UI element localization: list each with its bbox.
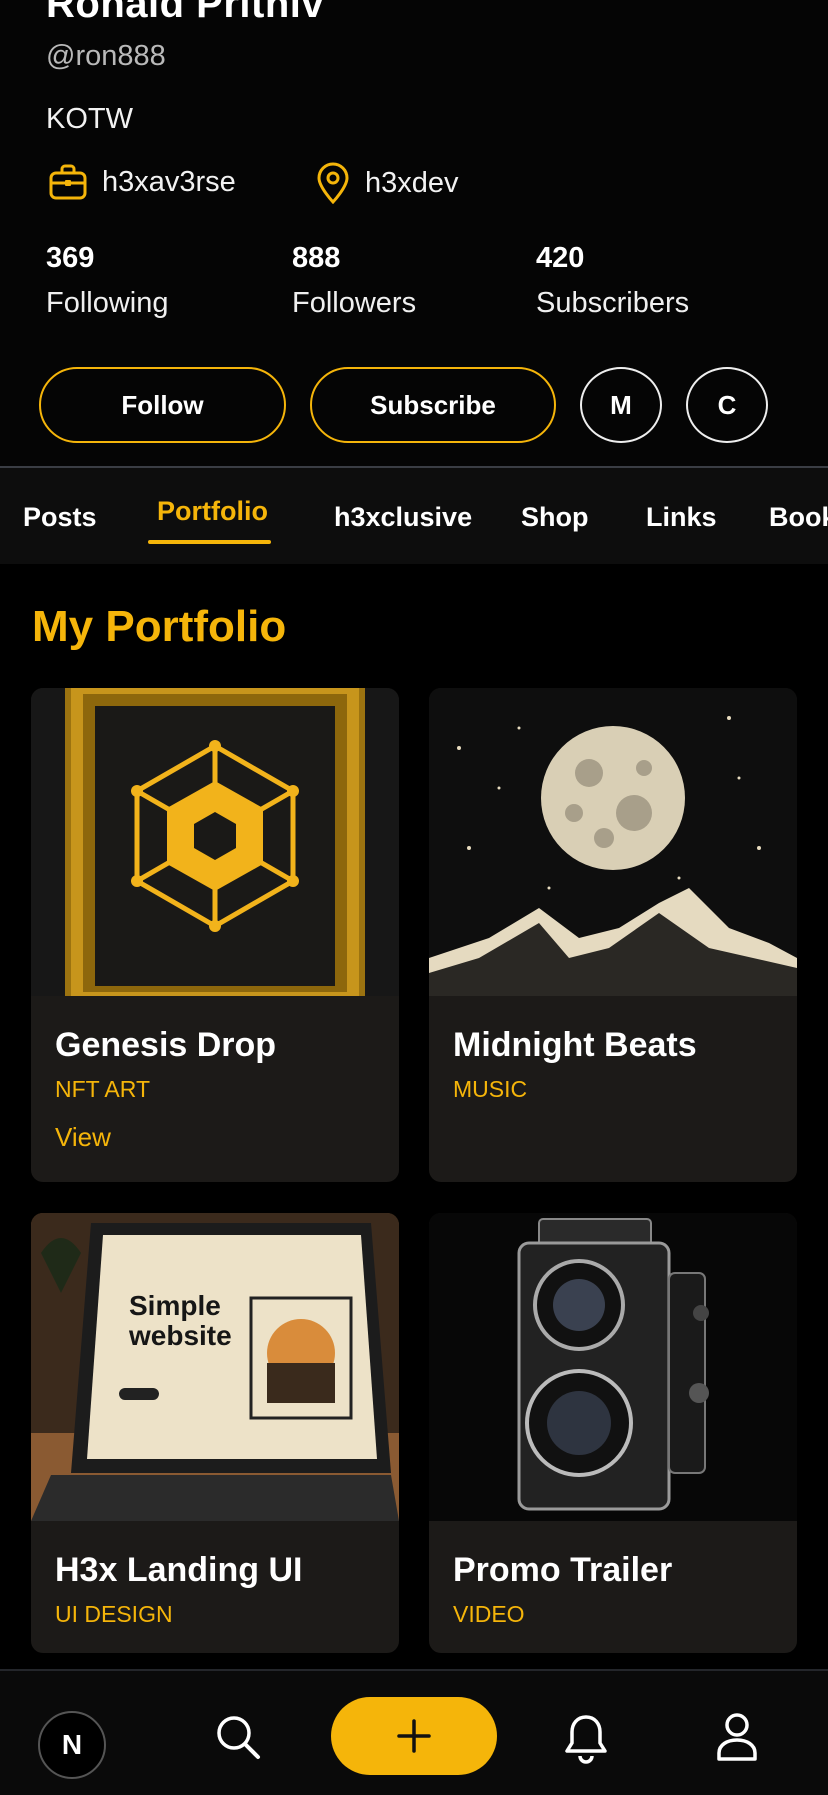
- subscribe-button[interactable]: Subscribe: [310, 367, 556, 443]
- profile-handle: @ron888: [46, 40, 166, 72]
- stat-subscribers[interactable]: 420 Subscribers: [536, 238, 689, 324]
- tab-portfolio[interactable]: Portfolio: [157, 496, 268, 527]
- stat-following[interactable]: 369 Following: [46, 238, 169, 324]
- card-title: Midnight Beats: [453, 1026, 697, 1064]
- search-icon[interactable]: [212, 1711, 264, 1763]
- bottom-nav: N: [0, 1669, 828, 1795]
- card-category: NFT ART: [55, 1076, 150, 1102]
- stat-value: 888: [292, 242, 341, 274]
- profile-bio: KOTW: [46, 103, 133, 135]
- contact-button[interactable]: C: [686, 367, 768, 443]
- active-tab-indicator: [148, 540, 271, 544]
- card-image: [31, 688, 399, 996]
- stat-value: 420: [536, 242, 585, 274]
- tab-h3xclusive[interactable]: h3xclusive: [334, 502, 472, 533]
- card-image: [429, 688, 797, 996]
- moon-mountains-artwork-icon: [429, 688, 797, 996]
- gold-hexagon-artwork-icon: [31, 688, 399, 996]
- profile-work: h3xav3rse: [48, 162, 236, 202]
- card-image: Simple website: [31, 1213, 399, 1521]
- location-pin-icon: [317, 162, 349, 204]
- profile-header: Ronald Prithiv @ron888 KOTW h3xav3rse h3…: [0, 0, 828, 466]
- tab-links[interactable]: Links: [646, 502, 717, 533]
- portfolio-card-genesis-drop[interactable]: Genesis Drop NFT ART View: [31, 688, 399, 1182]
- bell-icon[interactable]: [560, 1711, 612, 1767]
- user-icon[interactable]: [712, 1709, 762, 1765]
- tab-posts[interactable]: Posts: [23, 502, 97, 533]
- tab-book[interactable]: Book: [769, 502, 828, 533]
- briefcase-icon: [49, 164, 87, 200]
- view-link[interactable]: View: [55, 1122, 111, 1153]
- stat-label: Subscribers: [536, 287, 690, 319]
- profile-location: h3xdev: [315, 162, 459, 204]
- stat-followers[interactable]: 888 Followers: [292, 238, 416, 324]
- plus-icon: [397, 1719, 431, 1753]
- card-category: UI DESIGN: [55, 1601, 173, 1627]
- profile-tabs: Posts Portfolio h3xclusive Shop Links Bo…: [0, 466, 828, 564]
- card-category: MUSIC: [453, 1076, 528, 1102]
- tab-shop[interactable]: Shop: [521, 502, 589, 533]
- follow-button[interactable]: Follow: [39, 367, 286, 443]
- card-title: H3x Landing UI: [55, 1551, 303, 1589]
- profile-avatar[interactable]: N: [38, 1711, 106, 1779]
- card-category: VIDEO: [453, 1601, 525, 1627]
- profile-work-text: h3xav3rse: [102, 165, 236, 198]
- portfolio-card-promo-trailer[interactable]: Promo Trailer VIDEO: [429, 1213, 797, 1653]
- stat-label: Following: [46, 287, 169, 319]
- portfolio-card-h3x-landing-ui[interactable]: Simple website H3x Landing UI UI DESIGN: [31, 1213, 399, 1653]
- section-title: My Portfolio: [32, 602, 287, 651]
- card-image: [429, 1213, 797, 1521]
- profile-location-text: h3xdev: [365, 166, 459, 199]
- create-button[interactable]: [331, 1697, 497, 1775]
- stat-value: 369: [46, 242, 95, 274]
- laptop-screen-text: Simple website: [129, 1290, 232, 1351]
- stat-label: Followers: [292, 287, 417, 319]
- card-title: Promo Trailer: [453, 1551, 673, 1589]
- card-title: Genesis Drop: [55, 1026, 277, 1064]
- portfolio-card-midnight-beats[interactable]: Midnight Beats MUSIC: [429, 688, 797, 1182]
- message-button[interactable]: M: [580, 367, 662, 443]
- camera-artwork-icon: [429, 1213, 797, 1521]
- laptop-artwork-icon: [31, 1213, 399, 1521]
- profile-name: Ronald Prithiv: [46, 0, 325, 26]
